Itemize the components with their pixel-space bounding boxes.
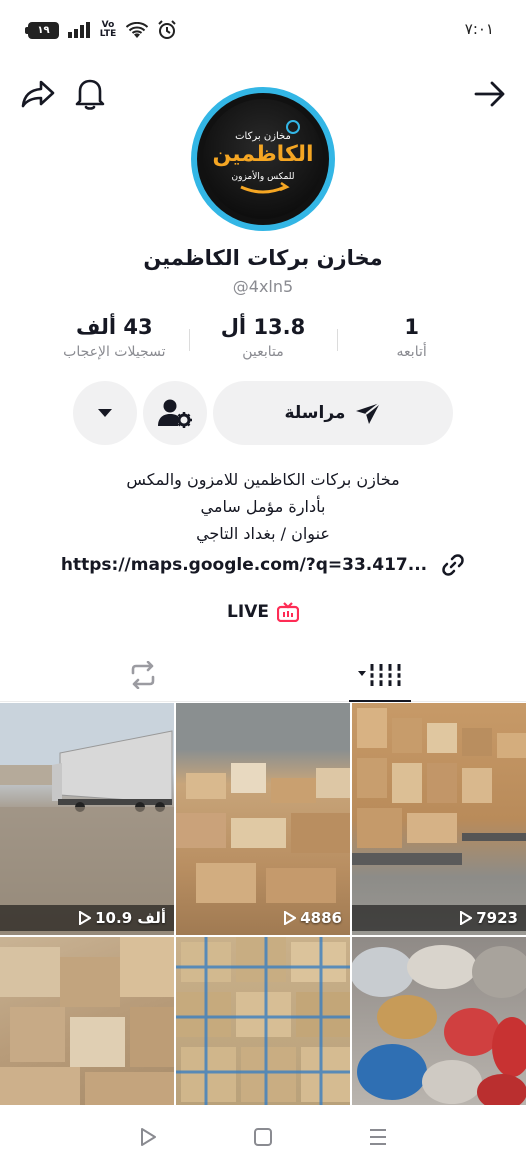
wifi-icon [126,21,148,38]
clock: ٧:٠١ [464,20,494,38]
arrow-right-icon [474,81,505,107]
truck-image [0,730,174,935]
store-logo-icon: مخازن بركات الكاظمين للمكس والأمزون [212,120,314,194]
recents-menu-icon[interactable] [368,1127,388,1147]
logo-subtitle: مخازن بركات [235,131,291,142]
profile-handle: @4xln5 [232,277,294,296]
stat-following-label: أتابعه [396,344,427,360]
stat-likes-label: تسجيلات الإعجاب [63,344,166,360]
bio-link[interactable]: https://maps.google.com/?q=33.417... [0,553,526,577]
message-button[interactable]: مراسلة [213,381,453,445]
bio-line: عنوان / بغداد التاجي [196,524,330,543]
bio-line: بأدارة مؤمل سامي [200,497,326,516]
message-button-label: مراسلة [284,403,346,423]
repost-icon [131,661,155,689]
profile-actions: مراسلة [0,381,526,447]
view-count-value: 7923 [476,909,518,927]
notifications-button[interactable] [70,74,110,114]
stat-following[interactable]: 1 أتابعه [337,315,486,371]
avatar-logo: مخازن بركات الكاظمين للمكس والأمزون [203,99,323,219]
live-label: LIVE [227,602,269,622]
tv-icon [276,602,299,622]
tab-reposts[interactable] [83,648,203,702]
packages-image [176,937,350,1105]
battery-level: ١٩ [37,24,50,36]
send-icon [356,402,382,424]
content-tabs [0,648,526,702]
view-count: 7923 [459,909,518,927]
add-friend-button[interactable] [143,381,207,445]
more-options-button[interactable] [73,381,137,445]
video-thumbnail[interactable] [0,937,174,1105]
boxes-image [0,937,174,1105]
volte-indicator: Vo LTE [99,20,117,39]
profile-name: مخازن بركات الكاظمين [143,246,383,270]
system-nav-bar [0,1105,526,1169]
share-icon [21,80,55,108]
home-square-icon[interactable] [253,1127,273,1147]
grid-icon [358,664,401,686]
boxes-image [176,763,350,903]
stat-followers[interactable]: 13.8 أل متابعين [188,315,338,371]
back-button[interactable] [470,74,510,114]
caret-down-icon [98,409,112,417]
logo-title: الكاظمين [212,142,313,167]
view-count: 4886 [283,909,342,927]
profile-stats: 1 أتابعه 13.8 أل متابعين 43 ألف تسجيلات … [40,315,486,371]
bio-line: مخازن بركات الكاظمين للامزون والمكس [126,470,400,489]
stat-divider [337,329,339,351]
link-icon [442,554,464,576]
video-thumbnail[interactable]: 7923 [352,703,526,935]
play-icon [79,911,92,925]
video-thumbnail[interactable] [176,937,350,1105]
video-thumbnail[interactable]: 10.9 ألف [0,703,174,935]
warehouse-image [352,708,526,865]
video-thumbnail[interactable] [352,937,526,1105]
battery-icon: ١٩ [25,21,59,39]
play-icon [284,911,297,925]
person-gear-icon [158,399,192,428]
share-button[interactable] [18,74,58,114]
status-icons: ١٩ Vo LTE [25,20,177,40]
stat-likes-value: 43 ألف [76,315,153,339]
bio-link-text: https://maps.google.com/?q=33.417... [60,555,428,575]
view-count: 10.9 ألف [78,909,166,927]
bags-image [352,945,526,1105]
stat-likes[interactable]: 43 ألف تسجيلات الإعجاب [40,315,189,371]
stat-divider [188,329,190,351]
stat-followers-label: متابعين [242,344,284,360]
alarm-icon [158,20,176,39]
tab-videos[interactable] [320,648,440,702]
avatar[interactable]: مخازن بركات الكاظمين للمكس والأمزون [191,87,335,231]
video-thumbnail[interactable]: 4886 [176,703,350,935]
view-count-value: 4886 [300,909,342,927]
signal-icon [68,22,90,38]
bell-icon [75,79,105,110]
video-grid: 10.9 ألف 4886 7923 [0,703,526,1105]
play-icon [460,911,473,925]
back-triangle-icon[interactable] [138,1127,158,1147]
live-badge[interactable]: LIVE [0,602,526,622]
logo-tagline: للمكس والأمزون [232,170,295,182]
stat-following-value: 1 [404,315,419,339]
status-bar: ١٩ Vo LTE ٧:٠١ [0,0,526,62]
profile-bio: مخازن بركات الكاظمين للامزون والمكس بأدا… [0,466,526,547]
stat-followers-value: 13.8 أل [220,315,306,339]
tab-active-indicator [349,700,411,702]
view-count-value: 10.9 ألف [95,909,166,927]
